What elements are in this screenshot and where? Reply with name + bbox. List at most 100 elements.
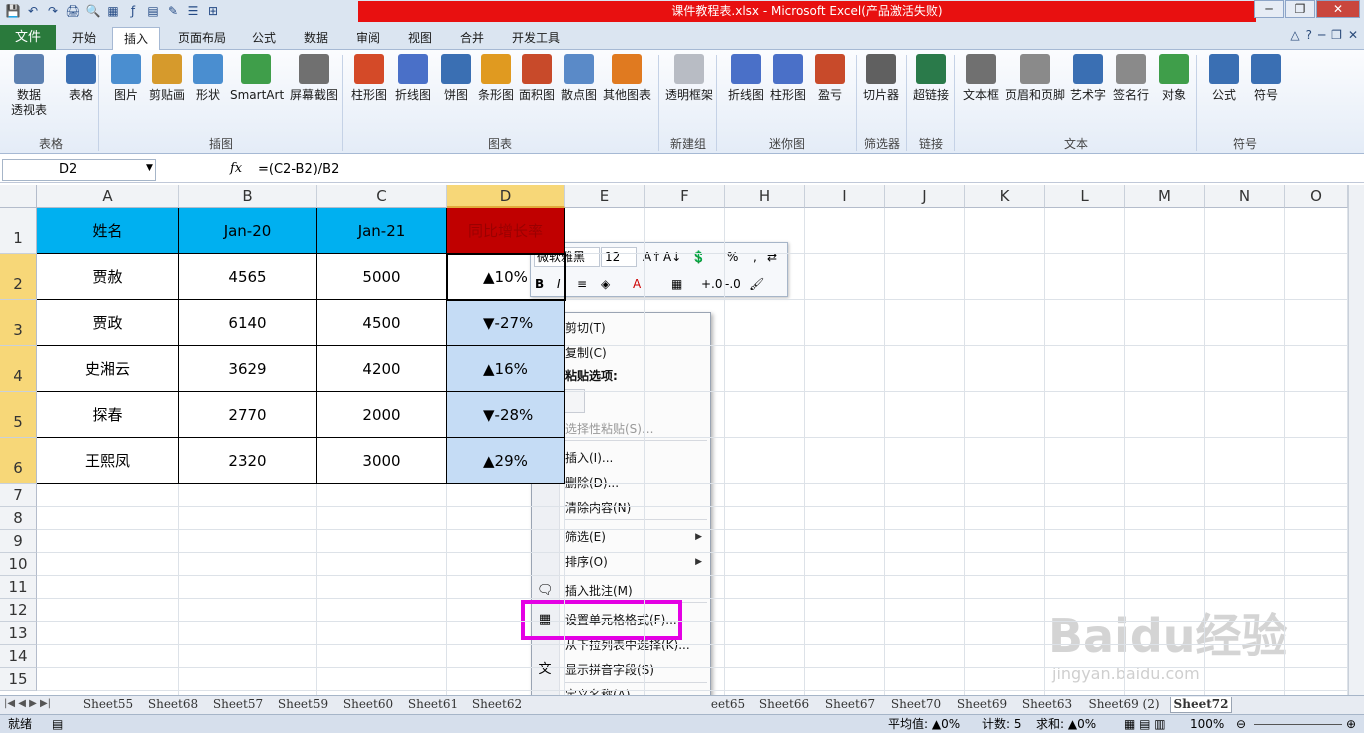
ribbon-button-20[interactable]: 文本框 (960, 54, 1002, 103)
ribbon-button-24[interactable]: 对象 (1156, 54, 1192, 103)
sheet-tab[interactable]: eet65 (706, 697, 750, 713)
column-header-F[interactable]: F (645, 185, 725, 208)
ribbon-button-6[interactable]: 屏幕截图 (288, 54, 340, 103)
qat-button-icon[interactable]: 💾 (4, 2, 22, 20)
column-header-C[interactable]: C (317, 185, 447, 208)
qat-button-icon[interactable]: 🖨 (64, 2, 82, 20)
mini-toolbar-button[interactable]: A↑ (643, 247, 661, 267)
help-collapse-icon[interactable]: △ (1290, 28, 1299, 42)
macro-record-icon[interactable]: ▤ (52, 715, 63, 733)
sheet-tab[interactable]: Sheet66 (752, 697, 816, 713)
table-header-cell[interactable]: Jan-20 (179, 208, 317, 254)
context-menu-item[interactable]: 显示拼音字段(S) (565, 659, 705, 681)
ribbon-button-19[interactable]: 超链接 (910, 54, 952, 103)
namebox-dropdown-icon[interactable]: ▼ (146, 163, 153, 173)
tab-7[interactable]: 合并 (450, 27, 494, 50)
context-menu-item[interactable]: 粘贴选项: (565, 365, 705, 387)
column-header-I[interactable]: I (805, 185, 885, 208)
column-header-L[interactable]: L (1045, 185, 1125, 208)
column-header-K[interactable]: K (965, 185, 1045, 208)
qat-button-icon[interactable]: ⊞ (204, 2, 222, 20)
table-cell[interactable]: ▲16% (447, 346, 565, 392)
table-header-cell[interactable]: 姓名 (37, 208, 179, 254)
table-header-cell[interactable]: Jan-21 (317, 208, 447, 254)
row-header-12[interactable]: 12 (0, 599, 37, 622)
column-header-A[interactable]: A (37, 185, 179, 208)
ribbon-button-23[interactable]: 签名行 (1110, 54, 1152, 103)
row-header-4[interactable]: 4 (0, 346, 37, 392)
table-cell[interactable]: ▲10% (447, 254, 565, 300)
context-menu-item[interactable]: 排序(O) (565, 551, 705, 573)
ribbon-button-25[interactable]: 公式 (1206, 54, 1242, 103)
ribbon-button-0[interactable]: 数据 透视表 (6, 54, 52, 118)
context-menu-item[interactable]: 剪切(T) (565, 317, 705, 339)
mini-toolbar-button[interactable]: , (753, 247, 757, 267)
table-cell[interactable]: 贾政 (37, 300, 179, 346)
tab-2[interactable]: 页面布局 (168, 27, 236, 50)
table-cell[interactable]: 2770 (179, 392, 317, 438)
sheet-tab[interactable]: Sheet68 (142, 697, 204, 713)
sheet-tab[interactable]: Sheet69 (950, 697, 1014, 713)
tab-6[interactable]: 视图 (398, 27, 442, 50)
row-header-13[interactable]: 13 (0, 622, 37, 645)
sheet-tab[interactable]: Sheet72 (1170, 697, 1232, 713)
ribbon-button-9[interactable]: 饼图 (438, 54, 474, 103)
sheet-tab[interactable]: Sheet57 (206, 697, 270, 713)
sheet-tab[interactable]: Sheet55 (76, 697, 140, 713)
close-button[interactable]: ✕ (1316, 0, 1360, 18)
ribbon-button-26[interactable]: 符号 (1248, 54, 1284, 103)
ribbon-button-4[interactable]: 形状 (192, 54, 224, 103)
maximize-button[interactable]: ❐ (1285, 0, 1315, 18)
sheet-tab[interactable]: Sheet63 (1016, 697, 1078, 713)
context-menu-item[interactable]: 插入(I)... (565, 447, 705, 469)
row-header-15[interactable]: 15 (0, 668, 37, 691)
table-cell[interactable]: 2320 (179, 438, 317, 484)
table-cell[interactable]: 4565 (179, 254, 317, 300)
mini-toolbar-button[interactable]: A (633, 274, 641, 294)
mini-toolbar-button[interactable]: A↓ (663, 247, 681, 267)
context-menu-item[interactable]: 清除内容(N) (565, 497, 705, 519)
ribbon-button-17[interactable]: 盈亏 (812, 54, 848, 103)
ribbon-button-2[interactable]: 图片 (108, 54, 144, 103)
qat-button-icon[interactable]: ☰ (184, 2, 202, 20)
column-header-O[interactable]: O (1285, 185, 1348, 208)
table-cell[interactable]: 3629 (179, 346, 317, 392)
row-header-8[interactable]: 8 (0, 507, 37, 530)
ribbon-button-10[interactable]: 条形图 (476, 54, 516, 103)
table-cell[interactable]: 4200 (317, 346, 447, 392)
column-header-B[interactable]: B (179, 185, 317, 208)
ribbon-button-7[interactable]: 柱形图 (348, 54, 390, 103)
mini-toolbar-button[interactable]: +.0 (701, 274, 723, 294)
doc-close-icon[interactable]: ✕ (1348, 28, 1358, 42)
ribbon-button-11[interactable]: 面积图 (518, 54, 556, 103)
column-header-J[interactable]: J (885, 185, 965, 208)
table-cell[interactable]: ▼-27% (447, 300, 565, 346)
mini-toolbar-button[interactable]: % (727, 247, 738, 267)
row-header-2[interactable]: 2 (0, 254, 37, 300)
ribbon-button-18[interactable]: 切片器 (860, 54, 902, 103)
sheet-tab[interactable]: Sheet61 (402, 697, 464, 713)
table-cell[interactable]: 5000 (317, 254, 447, 300)
ribbon-button-5[interactable]: SmartArt (230, 54, 284, 103)
table-cell[interactable]: 探春 (37, 392, 179, 438)
minimize-button[interactable]: ─ (1254, 0, 1284, 18)
doc-minimize-icon[interactable]: ─ (1318, 28, 1325, 42)
row-header-9[interactable]: 9 (0, 530, 37, 553)
vertical-scrollbar[interactable] (1348, 185, 1364, 695)
zoom-in-icon[interactable]: ⊕ (1346, 715, 1356, 733)
table-cell[interactable]: 3000 (317, 438, 447, 484)
doc-restore-icon[interactable]: ❐ (1331, 28, 1342, 42)
row-header-7[interactable]: 7 (0, 484, 37, 507)
column-header-D[interactable]: D (447, 185, 565, 208)
qat-button-icon[interactable]: 🔍 (84, 2, 102, 20)
ribbon-button-13[interactable]: 其他图表 (600, 54, 654, 103)
qat-button-icon[interactable]: ↷ (44, 2, 62, 20)
ribbon-button-8[interactable]: 折线图 (390, 54, 436, 103)
sheet-nav-arrows[interactable]: |◀ ◀ ▶ ▶| (4, 698, 51, 709)
formula-input[interactable]: =(C2-B2)/B2 (258, 159, 339, 181)
table-cell[interactable]: 史湘云 (37, 346, 179, 392)
row-header-14[interactable]: 14 (0, 645, 37, 668)
tab-8[interactable]: 开发工具 (500, 27, 572, 50)
zoom-slider[interactable] (1254, 724, 1342, 725)
qat-button-icon[interactable]: ▤ (144, 2, 162, 20)
